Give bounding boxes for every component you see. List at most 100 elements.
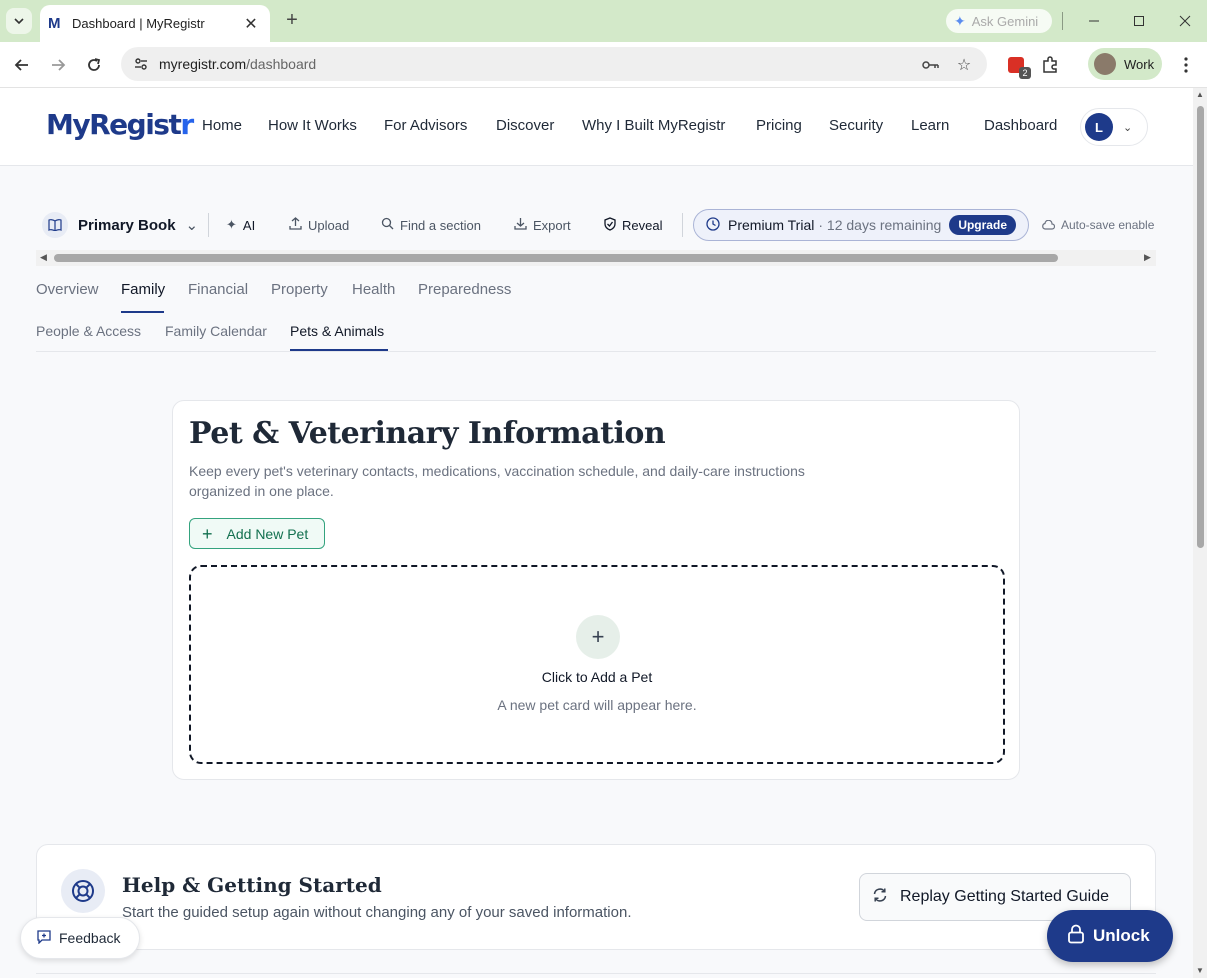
address-bar[interactable]: myregistr.com/dashboard ☆ [121, 47, 987, 81]
site-settings-icon[interactable] [131, 54, 151, 74]
nav-how-it-works[interactable]: How It Works [268, 117, 357, 134]
lifebuoy-icon [61, 869, 105, 913]
tab-preparedness[interactable]: Preparedness [418, 281, 511, 298]
nav-discover[interactable]: Discover [496, 117, 554, 134]
logo-accent: r [180, 108, 194, 141]
extensions-button[interactable] [1039, 54, 1061, 76]
arrow-right-icon [52, 59, 66, 71]
nav-for-advisors[interactable]: For Advisors [384, 117, 467, 134]
download-icon [514, 217, 527, 233]
scroll-down-icon[interactable]: ▼ [1196, 966, 1204, 975]
unlock-button[interactable]: Unlock [1047, 910, 1173, 962]
book-toolbar: Primary Book ⌄ ✦ AI Upload Find a sectio… [36, 202, 1156, 248]
new-tab-button[interactable]: + [282, 10, 302, 30]
nav-home[interactable]: Home [202, 117, 242, 134]
nav-learn[interactable]: Learn [911, 117, 949, 134]
minimize-icon [1089, 20, 1099, 22]
upgrade-button[interactable]: Upgrade [949, 215, 1016, 235]
book-name: Primary Book [78, 216, 176, 234]
ask-gemini-button[interactable]: ✦ Ask Gemini [946, 9, 1052, 33]
scroll-up-icon[interactable]: ▲ [1196, 90, 1204, 99]
page-vertical-scrollbar[interactable]: ▲ ▼ [1193, 88, 1207, 978]
dropzone-title: Click to Add a Pet [541, 669, 653, 685]
close-icon[interactable]: ✕ [242, 14, 260, 34]
nav-security[interactable]: Security [829, 117, 883, 134]
reveal-button[interactable]: Reveal [604, 202, 662, 248]
close-window-button[interactable] [1171, 8, 1199, 34]
bookmark-star-icon[interactable]: ☆ [954, 55, 974, 75]
account-menu-button[interactable]: L ⌄ [1080, 108, 1148, 146]
ai-button[interactable]: ✦ AI [226, 202, 255, 248]
scrollbar-thumb[interactable] [1197, 106, 1204, 548]
chevron-down-icon [14, 18, 24, 25]
help-subtitle: Start the guided setup again without cha… [122, 904, 632, 921]
book-selector[interactable]: Primary Book ⌄ [42, 202, 198, 248]
toolbar-horizontal-scrollbar[interactable]: ◀ ▶ [36, 250, 1156, 266]
add-new-pet-button[interactable]: + Add New Pet [189, 518, 325, 549]
premium-trial-badge[interactable]: Premium Trial · 12 days remaining Upgrad… [693, 209, 1029, 241]
url-host: myregistr.com [159, 56, 247, 72]
tab-financial[interactable]: Financial [188, 281, 248, 298]
feedback-button[interactable]: Feedback [20, 917, 140, 959]
section-divider [36, 973, 1156, 974]
tab-people-access[interactable]: People & Access [36, 323, 141, 339]
tab-family-calendar[interactable]: Family Calendar [165, 323, 267, 339]
myregistr-logo[interactable]: MyRegistr [46, 108, 194, 141]
find-section-button[interactable]: Find a section [381, 202, 481, 248]
reload-button[interactable] [82, 53, 106, 77]
tab-overview[interactable]: Overview [36, 281, 99, 298]
refresh-icon [872, 887, 888, 908]
arrow-left-icon [14, 59, 28, 71]
browser-tab-active[interactable]: M Dashboard | MyRegistr ✕ [40, 5, 270, 42]
gemini-sparkle-icon: ✦ [954, 12, 966, 29]
tab-title: Dashboard | MyRegistr [72, 16, 205, 31]
pet-info-card: Pet & Veterinary Information Keep every … [172, 400, 1020, 780]
browser-menu-button[interactable] [1176, 54, 1196, 76]
scrollbar-thumb[interactable] [54, 254, 1058, 262]
minimize-button[interactable] [1080, 8, 1108, 34]
avatar: L [1085, 113, 1113, 141]
url-text: myregistr.com/dashboard [159, 56, 316, 72]
premium-days-remaining: · 12 days remaining [818, 217, 942, 233]
browser-tab-strip: M Dashboard | MyRegistr ✕ + ✦ Ask Gemini [0, 0, 1207, 42]
tab-pets-animals[interactable]: Pets & Animals [290, 323, 384, 339]
active-subtab-indicator [290, 349, 388, 351]
upload-icon [289, 217, 302, 233]
myregistr-favicon-icon: M [48, 14, 61, 32]
book-open-icon [42, 212, 68, 238]
nav-why-i-built[interactable]: Why I Built MyRegistr [582, 117, 725, 134]
shield-check-icon [604, 216, 616, 234]
dropzone-subtitle: A new pet card will appear here. [497, 697, 697, 713]
profile-button[interactable]: Work [1088, 48, 1162, 80]
add-new-pet-label: Add New Pet [226, 525, 309, 542]
browser-toolbar: myregistr.com/dashboard ☆ 2 Work [0, 42, 1207, 88]
extension-button[interactable]: 2 [1005, 54, 1031, 79]
reveal-label: Reveal [622, 217, 663, 233]
scroll-left-icon[interactable]: ◀ [40, 252, 47, 263]
more-vert-icon [1184, 57, 1188, 73]
help-getting-started-card: Help & Getting Started Start the guided … [36, 844, 1156, 950]
puzzle-icon [1043, 56, 1057, 73]
export-button[interactable]: Export [514, 202, 571, 248]
tab-family[interactable]: Family [121, 281, 165, 298]
nav-dashboard[interactable]: Dashboard [984, 117, 1057, 134]
reload-icon [88, 58, 101, 71]
tab-search-button[interactable] [6, 8, 32, 34]
help-title: Help & Getting Started [122, 873, 382, 897]
add-pet-dropzone[interactable]: + Click to Add a Pet A new pet card will… [189, 565, 1005, 764]
password-key-icon[interactable] [921, 55, 941, 75]
profile-avatar [1094, 53, 1116, 75]
tab-property[interactable]: Property [271, 281, 328, 298]
back-button[interactable] [10, 53, 34, 77]
forward-button[interactable] [46, 53, 70, 77]
upload-button[interactable]: Upload [289, 202, 349, 248]
scroll-right-icon[interactable]: ▶ [1144, 252, 1151, 263]
url-path: /dashboard [246, 56, 317, 72]
feedback-label: Feedback [59, 930, 121, 946]
maximize-button[interactable] [1125, 8, 1153, 34]
nav-pricing[interactable]: Pricing [756, 117, 802, 134]
logo-main: MyRegist [46, 108, 182, 141]
page-description: Keep every pet's veterinary contacts, me… [189, 463, 805, 499]
tab-health[interactable]: Health [352, 281, 395, 298]
message-plus-icon [37, 929, 51, 947]
